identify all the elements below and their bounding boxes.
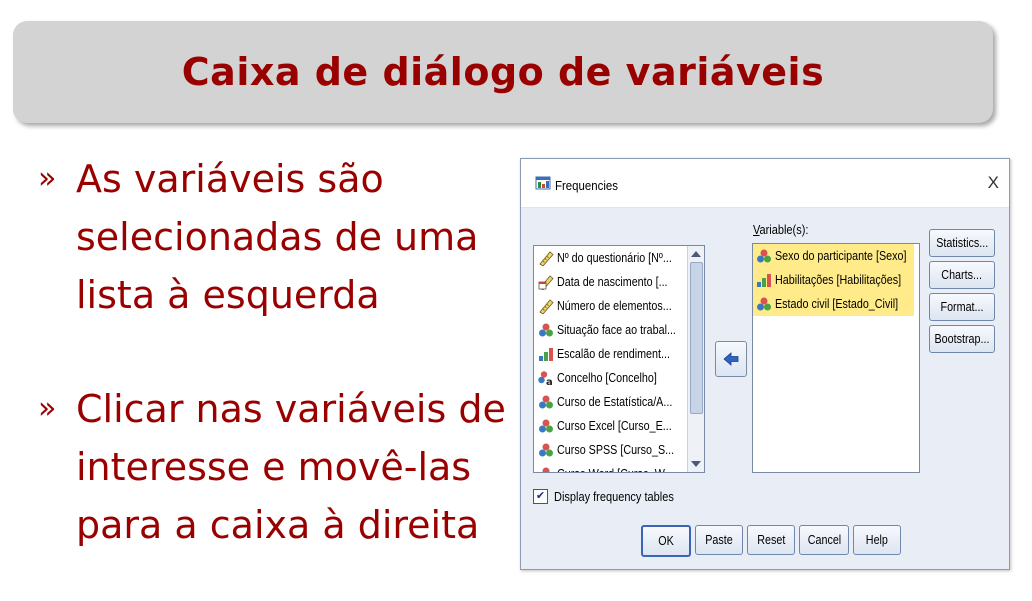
list-item[interactable]: Curso Excel [Curso_E... [534,414,686,438]
bullet-text: Clicar nas variáveis de interesse e movê… [76,387,506,547]
dialog-button-row: OK Paste Reset Cancel Help [641,525,901,557]
display-frequency-tables-option[interactable]: ✔ Display frequency tables [533,489,690,504]
help-button[interactable]: Help [853,525,901,555]
scrollbar-thumb[interactable] [690,262,703,414]
reset-button[interactable]: Reset [747,525,795,555]
dialog-titlebar[interactable]: Frequencies X [521,159,1009,208]
list-item[interactable]: Número de elementos... [534,294,686,318]
list-item-label: Curso Word [Curso_W... [557,467,673,472]
nominal-icon [538,418,554,434]
date-ruler-icon [538,274,554,291]
svg-text:a: a [546,377,553,386]
frequencies-dialog: Frequencies X Nº do questionário [Nº... D… [520,158,1010,570]
close-button[interactable]: X [988,173,999,193]
frequencies-app-icon [535,175,551,191]
ordinal-bars-icon [756,272,772,288]
list-item-label: Escalão de rendiment... [557,347,670,361]
bullet-mark: » [38,161,57,196]
slide-title-banner: Caixa de diálogo de variáveis [13,21,993,123]
list-item-label: Curso Excel [Curso_E... [557,419,672,433]
nominal-icon [756,296,772,312]
bullet-item: » As variáveis são selecionadas de uma l… [38,150,508,324]
list-item[interactable]: Data de nascimento [... [534,270,686,294]
display-frequency-tables-checkbox[interactable]: ✔ [533,489,548,504]
list-item[interactable]: Curso Word [Curso_W... [534,462,686,472]
nominal-icon [538,322,554,338]
nominal-icon [756,248,772,264]
list-item-label: Nº do questionário [Nº... [557,251,672,265]
cancel-button[interactable]: Cancel [799,525,849,555]
list-item-label: Sexo do participante [Sexo] [775,249,907,263]
list-item[interactable]: Sexo do participante [Sexo] [753,244,914,268]
format-button[interactable]: Format... [929,293,995,321]
selected-variable-list[interactable]: Sexo do participante [Sexo] Habilitações … [752,243,920,473]
ok-button[interactable]: OK [641,525,691,557]
slide-title: Caixa de diálogo de variáveis [181,50,825,94]
list-item-label: Situação face ao trabal... [557,323,676,337]
list-item[interactable]: Escalão de rendiment... [534,342,686,366]
source-list-scrollbar[interactable] [687,246,704,472]
list-item[interactable]: Curso SPSS [Curso_S... [534,438,686,462]
scale-ruler-icon [538,250,554,267]
bullet-list: » As variáveis são selecionadas de uma l… [38,150,508,554]
scroll-up-icon[interactable] [691,251,701,257]
source-variable-list[interactable]: Nº do questionário [Nº... Data de nascime… [533,245,705,473]
list-item[interactable]: Nº do questionário [Nº... [534,246,686,270]
list-item[interactable]: a Concelho [Concelho] [534,366,686,390]
scroll-down-icon[interactable] [691,461,701,467]
nominal-icon [538,466,554,472]
list-item-label: Concelho [Concelho] [557,371,657,385]
bullet-item: » Clicar nas variáveis de interesse e mo… [38,380,508,554]
scale-ruler-icon [538,298,554,315]
list-item-label: Curso SPSS [Curso_S... [557,443,675,457]
list-item[interactable]: Estado civil [Estado_Civil] [753,292,914,316]
dialog-title: Frequencies [555,178,618,193]
checkbox-label: Display frequency tables [554,489,674,504]
nominal-icon [538,394,554,410]
charts-button[interactable]: Charts... [929,261,995,289]
nominal-string-icon: a [538,370,554,388]
list-item[interactable]: Habilitações [Habilitações] [753,268,914,292]
list-item-label: Curso de Estatística/A... [557,395,673,409]
nominal-icon [538,442,554,458]
bullet-text: As variáveis são selecionadas de uma lis… [76,157,479,317]
ordinal-bars-icon [538,346,554,362]
bootstrap-button[interactable]: Bootstrap... [929,325,995,353]
move-variable-button[interactable] [715,341,747,377]
list-item[interactable]: Situação face ao trabal... [534,318,686,342]
list-item-label: Estado civil [Estado_Civil] [775,297,899,311]
bullet-mark: » [38,391,57,426]
list-item[interactable]: Curso de Estatística/A... [534,390,686,414]
list-item-label: Habilitações [Habilitações] [775,273,902,287]
statistics-button[interactable]: Statistics... [929,229,995,257]
paste-button[interactable]: Paste [695,525,743,555]
list-item-label: Data de nascimento [... [557,275,668,289]
list-item-label: Número de elementos... [557,299,672,313]
variables-label: Variable(s): [753,223,809,237]
arrow-left-icon [723,352,739,366]
